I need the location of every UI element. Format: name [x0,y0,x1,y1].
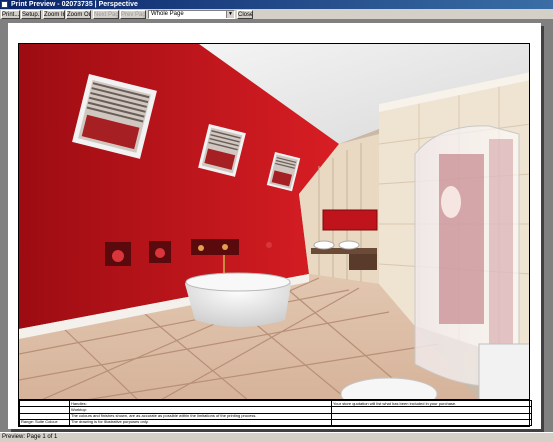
title-bar: Print Preview - 02073735 | Perspective [0,0,553,9]
info-cell-left: Range: Suite Colour: [19,418,70,427]
app-icon [1,1,8,8]
zoom-select[interactable]: Whole Page ▼ [148,10,235,19]
toolbar: Print... Setup... Zoom In Zoom Out Next … [0,9,553,20]
status-bar: Preview: Page 1 of 1 [0,432,553,442]
zoom-select-value: Whole Page [151,11,184,17]
info-block: Handles: Your store quotation will list … [18,399,532,427]
info-row: Range: Suite Colour: The drawing is for … [19,418,532,427]
prev-page-button[interactable]: Prev Page [120,10,146,19]
print-button[interactable]: Print... [1,10,20,19]
print-page: Handles: Your store quotation will list … [8,23,541,429]
bathroom-render-image [18,43,530,400]
window-title: Print Preview - 02073735 | Perspective [11,1,138,8]
zoom-in-button[interactable]: Zoom In [43,10,65,19]
zoom-out-button[interactable]: Zoom Out [66,10,91,19]
info-cell-note [331,418,532,427]
setup-button[interactable]: Setup... [21,10,41,19]
info-cell-label: The drawing is for illustrative purposes… [69,418,332,427]
next-page-button[interactable]: Next Page [93,10,119,19]
chevron-down-icon[interactable]: ▼ [226,11,234,18]
close-button[interactable]: Close [237,10,253,19]
